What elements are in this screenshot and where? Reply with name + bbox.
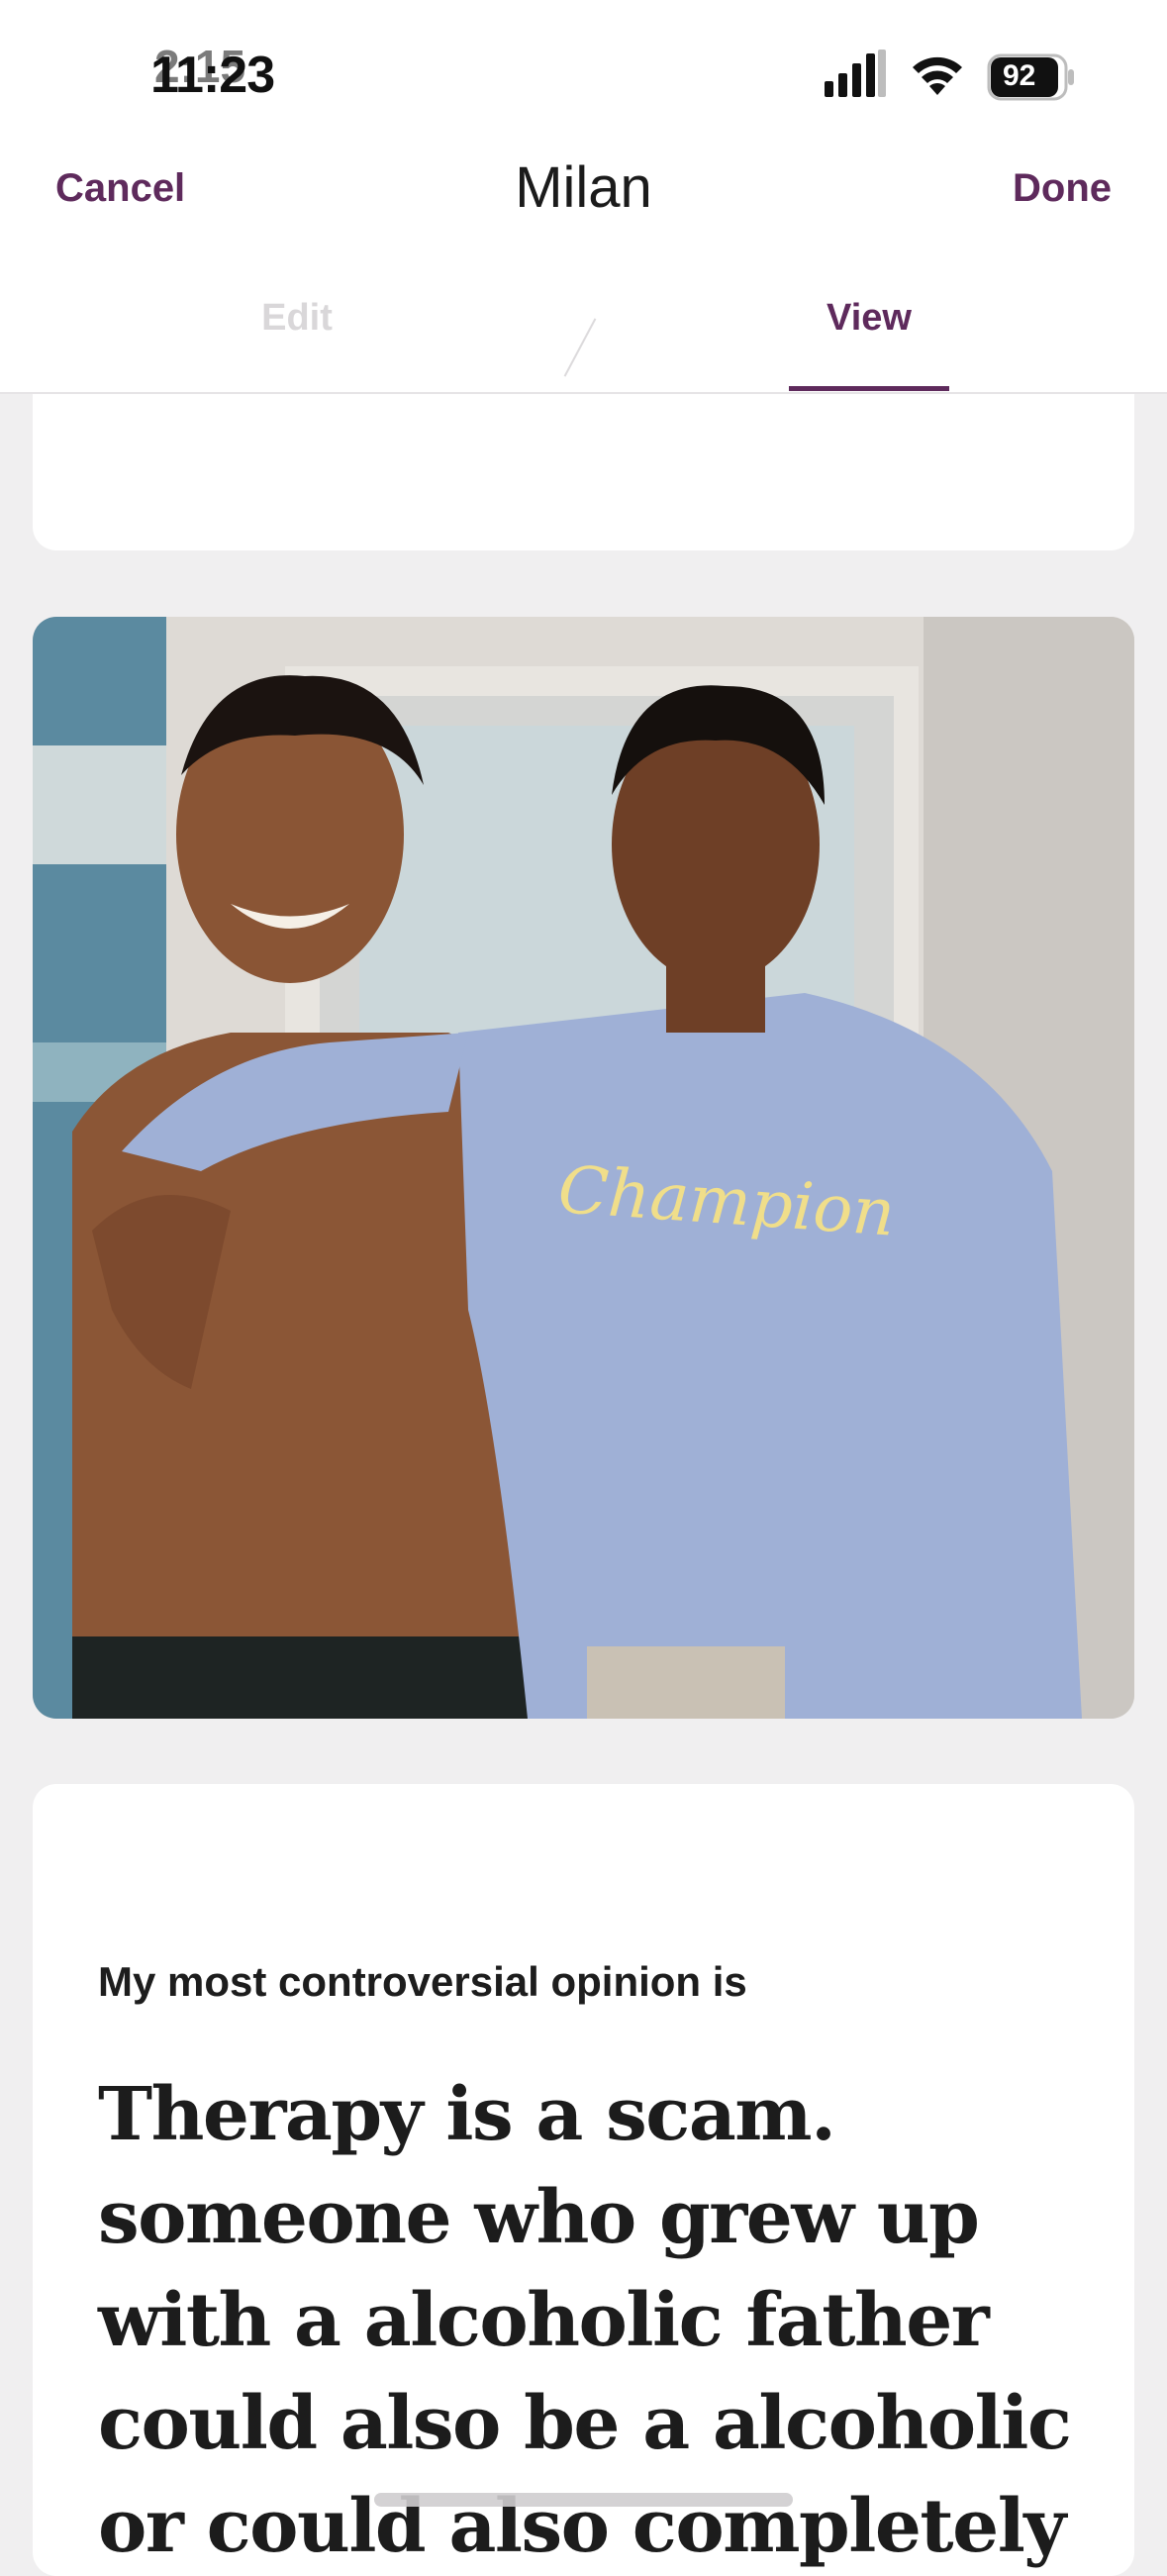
cellular-signal-icon [823, 50, 888, 104]
battery-icon: 92 [987, 51, 1078, 103]
profile-photo[interactable]: Champion [33, 617, 1134, 1719]
status-icons: 92 [823, 50, 1078, 104]
home-indicator[interactable] [374, 2493, 793, 2507]
done-button[interactable]: Done [1013, 166, 1112, 211]
cancel-button[interactable]: Cancel [55, 166, 185, 211]
battery-level: 92 [1003, 58, 1036, 92]
active-tab-indicator [789, 386, 949, 391]
tab-edit[interactable]: Edit [198, 297, 396, 340]
prompt-question: My most controversial opinion is [98, 1958, 747, 2005]
top-bar: 2:15 11:23 92 Cancel Milan Done Edit Vie… [0, 0, 1167, 394]
wifi-icon [908, 50, 967, 104]
prompt-card[interactable]: My most controversial opinion is Therapy… [33, 1784, 1134, 2576]
tab-divider [563, 318, 597, 377]
tab-view[interactable]: View [770, 297, 968, 340]
previous-card [33, 394, 1134, 550]
photo-illustration: Champion [33, 617, 1134, 1719]
status-bar: 2:15 11:23 92 [0, 0, 1167, 139]
status-time: 11:23 [150, 47, 275, 104]
